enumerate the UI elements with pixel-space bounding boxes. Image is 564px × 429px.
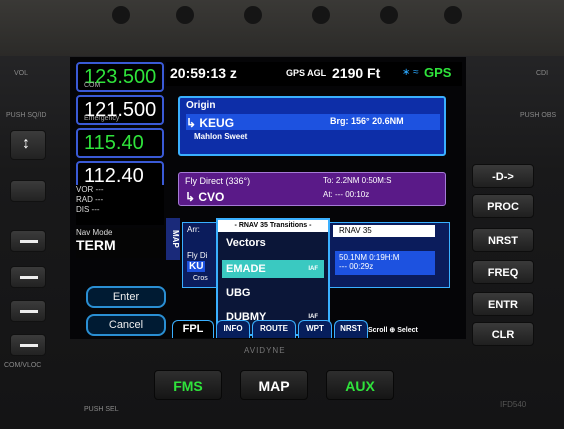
dropdown-header: - RNAV 35 Transitions - — [218, 220, 328, 232]
map-button[interactable]: MAP — [240, 370, 308, 400]
iaf-badge: IAF — [308, 266, 318, 272]
dis-readout: DIS --- — [76, 205, 100, 214]
dropdown-item-label: UBG — [226, 287, 251, 299]
fly-direct-to: To: 2.2NM 0:50M:S — [323, 176, 392, 185]
clr-button[interactable]: CLR — [472, 322, 534, 346]
nav-mode: Nav Mode TERM — [76, 228, 164, 258]
gps-status: GPS — [424, 65, 452, 80]
freq-value: 115.40 — [84, 132, 144, 154]
dropdown-item-emade[interactable]: EMADE IAF — [222, 260, 324, 278]
fly-direct-label: Fly Di — [187, 251, 208, 260]
freq-sub: Emergency — [84, 115, 120, 122]
rad-readout: RAD --- — [76, 195, 104, 204]
dest-waypoint: KU — [187, 261, 206, 272]
tab-nrst[interactable]: NRST — [334, 320, 368, 338]
dropdown-item-label: Vectors — [226, 237, 266, 249]
dest-distance-line1: 50.1NM 0:19H:M — [339, 253, 400, 262]
origin-waypoint: ↳ KEUG — [186, 116, 235, 130]
push-sel-label: PUSH SEL — [84, 406, 119, 413]
gps-agl-value: 2190 Ft — [332, 65, 381, 81]
com-active-freq[interactable]: 123.500 COM — [76, 62, 164, 92]
dest-distance: 50.1NM 0:19H:M --- 00:29z — [335, 251, 435, 275]
dest-name: Cros — [193, 275, 208, 282]
com-vloc-label: COM/VLOC — [4, 362, 42, 369]
transitions-dropdown[interactable]: - RNAV 35 Transitions - Vectors EMADE IA… — [216, 218, 330, 336]
origin-title: Origin — [186, 100, 216, 111]
approach-field[interactable]: RNAV 35 — [333, 225, 435, 237]
freq-sub: COM — [84, 82, 101, 89]
origin-name: Mahlon Sweet — [194, 132, 248, 141]
bezel-top-strip — [0, 0, 564, 56]
vol-label: VOL — [14, 70, 29, 77]
utc-time: 20:59:13 z — [170, 65, 237, 81]
dest-distance-line2: --- 00:29z — [339, 262, 374, 271]
nav-mode-value: TERM — [76, 237, 116, 253]
tab-route[interactable]: ROUTE — [252, 320, 296, 338]
left-side-button-2[interactable] — [10, 230, 46, 252]
screw-icon — [176, 6, 194, 24]
fly-direct-title: Fly Direct (336°) — [185, 176, 251, 186]
fly-direct-at: At: --- 00:10z — [323, 190, 370, 199]
swap-freq-button[interactable]: ↕ — [10, 130, 46, 160]
dropdown-item-ubg[interactable]: UBG — [222, 284, 324, 302]
screw-icon — [244, 6, 262, 24]
tab-fpl[interactable]: FPL — [172, 320, 214, 338]
nrst-button[interactable]: NRST — [472, 228, 534, 252]
model-label: IFD540 — [500, 400, 527, 409]
origin-block[interactable]: Origin ↳ KEUG Brg: 156° 20.6NM Mahlon Sw… — [178, 96, 446, 156]
page-tabs: FPL INFO ROUTE WPT NRST — [172, 320, 462, 338]
entr-button[interactable]: ENTR — [472, 292, 534, 316]
screw-icon — [312, 6, 330, 24]
screw-icon — [444, 6, 462, 24]
status-bar: 20:59:13 z GPS AGL 2190 Ft ∗ ≈ GPS — [166, 62, 462, 86]
left-side-button-5[interactable] — [10, 334, 46, 356]
screw-icon — [380, 6, 398, 24]
aux-button[interactable]: AUX — [326, 370, 394, 400]
scroll-select-hint: Scroll ⊕ Select — [368, 327, 418, 334]
freq-button[interactable]: FREQ — [472, 260, 534, 284]
enter-softkey[interactable]: Enter — [86, 286, 166, 308]
dropdown-item-label: EMADE — [226, 263, 266, 275]
cdi-label: CDI — [536, 70, 549, 77]
direct-to-button[interactable]: -D-> — [472, 164, 534, 188]
swap-arrows-icon: ↕ — [22, 135, 30, 152]
fly-direct-waypoint: ↳ CVO — [185, 190, 225, 204]
bluetooth-wifi-icon: ∗ ≈ — [402, 67, 419, 78]
left-side-button-4[interactable] — [10, 300, 46, 322]
com-standby-freq[interactable]: 121.500 Emergency — [76, 95, 164, 125]
dash-icon — [20, 344, 38, 347]
proc-button[interactable]: PROC — [472, 194, 534, 218]
vor-info: VOR --- RAD --- DIS --- — [76, 185, 164, 225]
dash-icon — [20, 310, 38, 313]
tab-info[interactable]: INFO — [216, 320, 250, 338]
frequency-column: 123.500 COM 121.500 Emergency 115.40 112… — [76, 62, 164, 194]
avidyne-logo: AVIDYNE — [244, 346, 286, 355]
cancel-softkey[interactable]: Cancel — [86, 314, 166, 336]
tab-wpt[interactable]: WPT — [298, 320, 332, 338]
vor-readout: VOR --- — [76, 185, 104, 194]
map-side-tab[interactable]: MAP — [166, 218, 180, 260]
origin-bearing: Brg: 156° 20.6NM — [330, 116, 404, 126]
screw-icon — [112, 6, 130, 24]
dropdown-item-vectors[interactable]: Vectors — [222, 234, 324, 252]
arrival-label: Arr: — [187, 225, 200, 234]
nav-active-freq[interactable]: 115.40 — [76, 128, 164, 158]
dash-icon — [20, 240, 38, 243]
left-side-button-3[interactable] — [10, 266, 46, 288]
fly-direct-block[interactable]: Fly Direct (336°) ↳ CVO To: 2.2NM 0:50M:… — [178, 172, 446, 206]
left-side-button-1[interactable] — [10, 180, 46, 202]
gps-agl-label: GPS AGL — [286, 68, 327, 78]
fms-button[interactable]: FMS — [154, 370, 222, 400]
dash-icon — [20, 276, 38, 279]
push-obs-label: PUSH OBS — [520, 112, 557, 119]
push-sqid-label: PUSH SQ/ID — [6, 112, 47, 119]
nav-mode-label: Nav Mode — [76, 228, 113, 237]
